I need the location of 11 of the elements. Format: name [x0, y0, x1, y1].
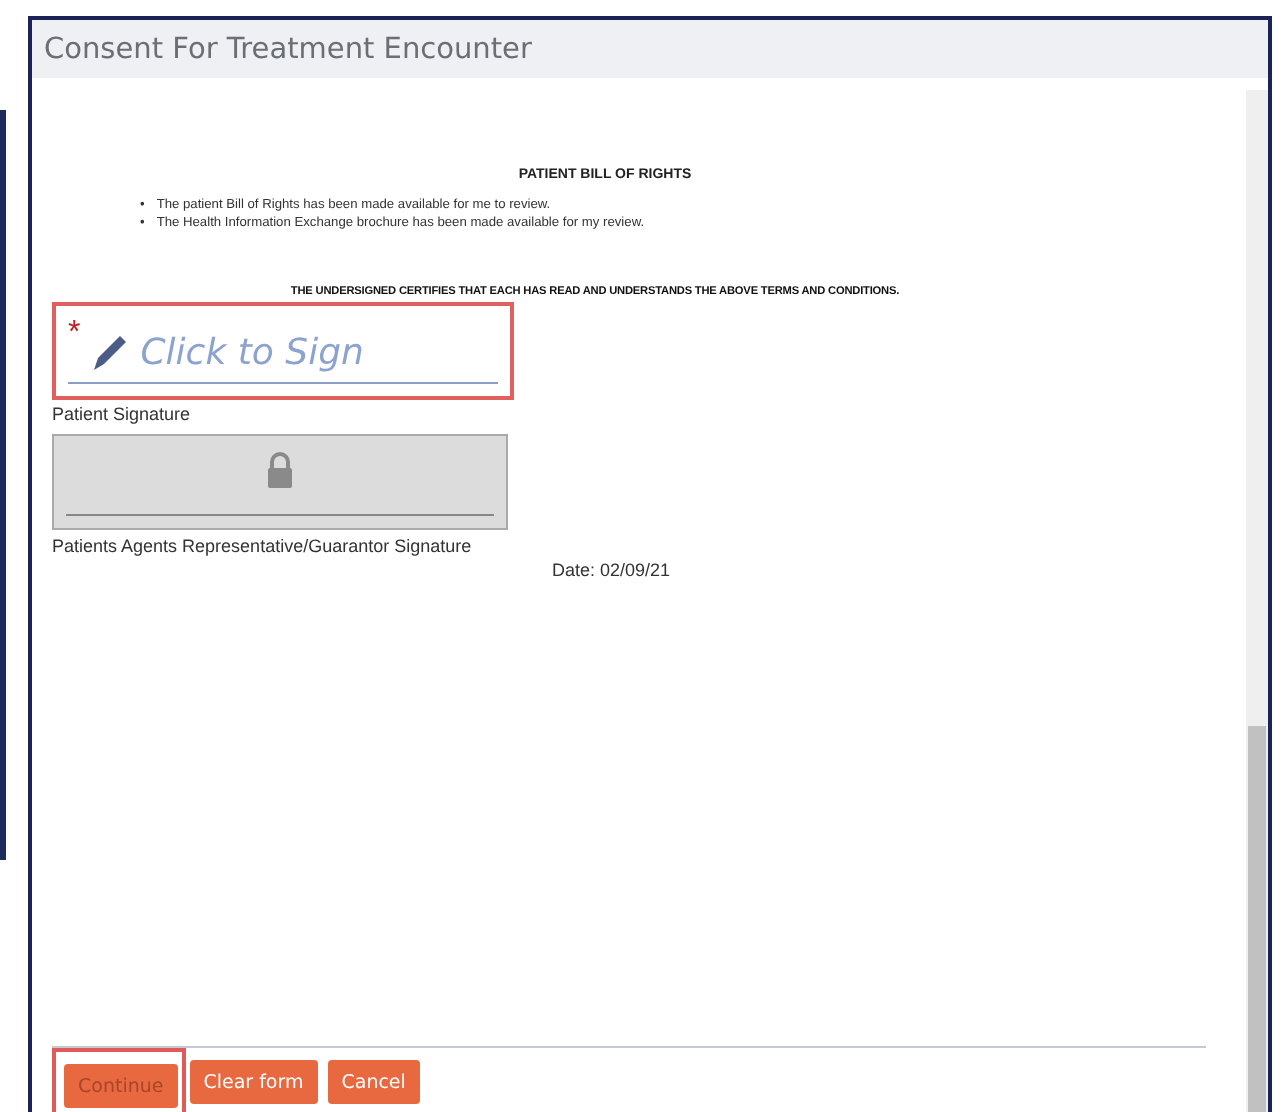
form-button[interactable]: Cancel: [327, 1060, 420, 1104]
window-title: Consent For Treatment Encounter: [44, 33, 532, 65]
signature-field[interactable]: * Click to Sign: [52, 302, 514, 400]
scrollbar[interactable]: [1246, 90, 1268, 1112]
signature-label: Patient Signature: [52, 404, 193, 424]
lock-icon: [266, 452, 294, 488]
required-mark: *: [68, 322, 81, 346]
sign-placeholder: Click to Sign: [140, 331, 364, 373]
date-text: Date: 02/09/21: [552, 560, 673, 580]
form-button[interactable]: Clear form: [189, 1060, 318, 1104]
signature-label: Patients Agents Representative/Guarantor Signature: [52, 536, 474, 556]
